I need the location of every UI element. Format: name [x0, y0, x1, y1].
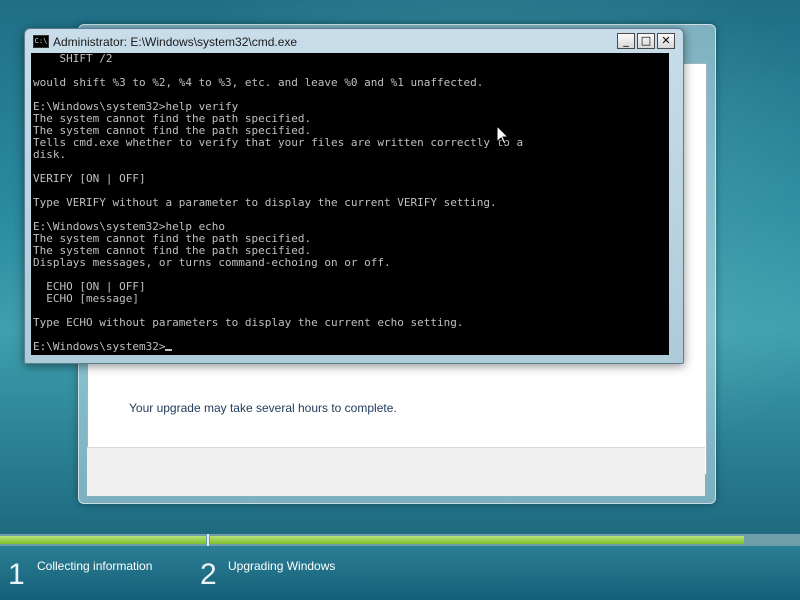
- console-prompt-line[interactable]: E:\Windows\system32>: [31, 341, 669, 353]
- console-line: Type ECHO without parameters to display …: [33, 316, 464, 329]
- console-line: VERIFY [ON | OFF]: [33, 172, 146, 185]
- console-prompt: E:\Windows\system32>: [33, 340, 166, 353]
- upgrade-duration-note: Your upgrade may take several hours to c…: [129, 401, 397, 415]
- progress-step2-fill: [210, 536, 744, 544]
- console-text: SHIFT /2 would shift %3 to %2, %4 to %3,…: [31, 53, 669, 341]
- step-2-number: 2: [200, 558, 217, 591]
- cmd-titlebar[interactable]: C:\ Administrator: E:\Windows\system32\c…: [25, 29, 683, 53]
- console-output[interactable]: SHIFT /2 would shift %3 to %2, %4 to %3,…: [31, 53, 669, 355]
- progress-step1-fill: [0, 536, 206, 544]
- console-line: would shift %3 to %2, %4 to %3, etc. and…: [33, 76, 484, 89]
- cmd-app-icon[interactable]: C:\: [33, 35, 49, 48]
- text-cursor: [165, 349, 173, 351]
- maximize-button[interactable]: □: [637, 33, 655, 49]
- console-line: SHIFT /2: [59, 53, 113, 65]
- setup-steps-bar: 1 Collecting information 2 Upgrading Win…: [0, 546, 800, 600]
- setup-footer: [87, 447, 705, 496]
- console-line: Type VERIFY without a parameter to displ…: [33, 196, 497, 209]
- console-line: Tells cmd.exe whether to verify that you…: [33, 136, 524, 149]
- close-button[interactable]: ✕: [657, 33, 675, 49]
- step-1-label: Collecting information: [37, 559, 153, 573]
- console-line: disk.: [33, 148, 67, 161]
- step-1-number: 1: [8, 558, 25, 591]
- step-2-label: Upgrading Windows: [228, 559, 336, 573]
- console-line: ECHO [message]: [46, 292, 139, 305]
- progress-divider: [207, 534, 209, 546]
- minimize-button[interactable]: _: [617, 33, 635, 49]
- window-controls: _ □ ✕: [617, 33, 675, 49]
- cmd-window[interactable]: C:\ Administrator: E:\Windows\system32\c…: [24, 28, 684, 364]
- console-line: Displays messages, or turns command-echo…: [33, 256, 391, 269]
- cmd-window-title: Administrator: E:\Windows\system32\cmd.e…: [53, 35, 298, 49]
